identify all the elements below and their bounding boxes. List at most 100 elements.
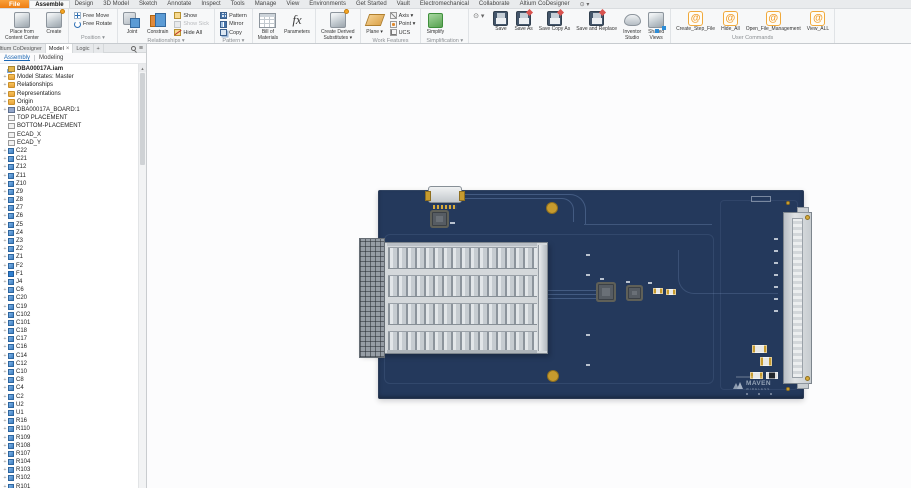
tree-item-z7[interactable]: + Z7	[0, 204, 138, 212]
tree-item-origin[interactable]: + Origin	[0, 98, 138, 106]
ribbon-button-hide-all[interactable]: Hide_All	[719, 10, 742, 34]
qfn-ic[interactable]	[432, 212, 447, 226]
tree-item-r101[interactable]: + R101	[0, 483, 138, 488]
tree-item-f1[interactable]: + F1	[0, 270, 138, 278]
ribbon-button-pattern[interactable]: Pattern	[218, 12, 249, 20]
tree-item-r108[interactable]: + R108	[0, 442, 138, 450]
tree-item-r107[interactable]: + R107	[0, 450, 138, 458]
tree-item-z3[interactable]: + Z3	[0, 237, 138, 245]
tree-item-z2[interactable]: + Z2	[0, 245, 138, 253]
ribbon-button-simplify[interactable]: Simplify	[424, 10, 446, 37]
tree-item-c101[interactable]: + C101	[0, 319, 138, 327]
tree-item-j4[interactable]: + J4	[0, 278, 138, 286]
tree-item-c102[interactable]: + C102	[0, 311, 138, 319]
ribbon-button-save-as[interactable]: Save As	[512, 9, 534, 34]
menu-icon[interactable]: ≡	[139, 45, 143, 52]
tree-item-c2[interactable]: + C2	[0, 393, 138, 401]
ribbon-button-free-rotate[interactable]: Free Rotate	[72, 20, 114, 29]
tree-item-c8[interactable]: + C8	[0, 376, 138, 384]
ribbon-button-axis[interactable]: Axis ▾	[388, 12, 418, 20]
tree-item-top-placement[interactable]: TOP PLACEMENT	[0, 114, 138, 122]
viewport-3d[interactable]: MAVEN WIRELESS	[147, 44, 911, 488]
ribbon-button-bill-of-materials[interactable]: Bill of Materials	[256, 10, 280, 42]
tree-item-c6[interactable]: + C6	[0, 286, 138, 294]
assembly-link[interactable]: Assembly	[4, 55, 30, 61]
ribbon-tab-collaborate[interactable]: Collaborate	[474, 0, 515, 8]
scrollbar-thumb[interactable]	[140, 73, 145, 165]
tree-item-relationships[interactable]: + Relationships	[0, 81, 138, 89]
tree-item-r110[interactable]: + R110	[0, 425, 138, 433]
tree-item-z6[interactable]: + Z6	[0, 212, 138, 220]
scroll-up-icon[interactable]: ▲	[139, 64, 146, 72]
ribbon-tab-annotate[interactable]: Annotate	[162, 0, 196, 8]
tree-item-z9[interactable]: + Z9	[0, 188, 138, 196]
tree-item-c10[interactable]: + C10	[0, 368, 138, 376]
ribbon-button-parameters[interactable]: Parameters	[282, 10, 312, 37]
ribbon-button-place-from-content-center[interactable]: Place from Content Center	[3, 10, 41, 42]
tree-item-z10[interactable]: + Z10	[0, 180, 138, 188]
tree-item-c14[interactable]: + C14	[0, 352, 138, 360]
pcb-model[interactable]: MAVEN WIRELESS	[359, 186, 812, 399]
tree-item-c16[interactable]: + C16	[0, 343, 138, 351]
tree-item-u1[interactable]: + U1	[0, 409, 138, 417]
search-icon[interactable]	[130, 45, 136, 51]
ribbon-tab-altium-codesigner[interactable]: Altium CoDesigner	[515, 0, 575, 8]
tree-item-dba00017a-board-1[interactable]: + DBA00017A_BOARD:1	[0, 106, 138, 114]
tree-item-representations[interactable]: + Representations	[0, 90, 138, 98]
tree-scrollbar[interactable]: ▲	[138, 64, 146, 488]
tree-item-z8[interactable]: + Z8	[0, 196, 138, 204]
tree-item-z11[interactable]: + Z11	[0, 171, 138, 179]
tree-item-z5[interactable]: + Z5	[0, 221, 138, 229]
browser-tab-logic[interactable]: Logic	[73, 44, 94, 53]
ribbon-button-open-file-management[interactable]: Open_File_Management	[744, 10, 803, 34]
ribbon-button-mirror[interactable]: Mirror	[218, 20, 249, 29]
ribbon-button-copy[interactable]: Copy	[218, 29, 249, 37]
tree-item-u2[interactable]: + U2	[0, 401, 138, 409]
ribbon-button-shared-views[interactable]: Shared Views	[645, 10, 667, 42]
ribbon-button-free-move[interactable]: Free Move	[72, 12, 114, 20]
tree-item-c21[interactable]: + C21	[0, 155, 138, 163]
ribbon-tab-inspect[interactable]: Inspect	[196, 0, 225, 8]
browser-tab-model[interactable]: Model ×	[45, 44, 74, 53]
tree-item-dba00017a-iam[interactable]: DBA00017A.iam	[0, 65, 138, 73]
ribbon-button-save-copy-as[interactable]: Save Copy As	[537, 9, 572, 34]
ribbon-tab-environments[interactable]: Environments	[304, 0, 351, 8]
tree-item-c19[interactable]: + C19	[0, 302, 138, 310]
tree-item-c18[interactable]: + C18	[0, 327, 138, 335]
ribbon-button-create-step-file[interactable]: Create_Step_File	[674, 10, 717, 34]
tree-item-f2[interactable]: + F2	[0, 262, 138, 270]
browser-tab-x[interactable]: +	[94, 44, 104, 53]
file-menu-button[interactable]: File	[0, 0, 30, 8]
ribbon-button-view-all[interactable]: View_ALL	[805, 10, 831, 34]
tree-item-r16[interactable]: + R16	[0, 417, 138, 425]
qfn-ic[interactable]	[598, 284, 614, 300]
ribbon-tab-overflow[interactable]: ⊙ ▾	[575, 0, 595, 8]
tree-item-z12[interactable]: + Z12	[0, 163, 138, 171]
ribbon-button-save-and-replace[interactable]: Save and Replace	[574, 9, 619, 34]
ribbon-button-create[interactable]: Create	[43, 9, 65, 37]
close-icon[interactable]: ×	[66, 46, 70, 52]
tree-item-bottom-placement[interactable]: BOTTOM-PLACEMENT	[0, 122, 138, 130]
tree-item-c12[interactable]: + C12	[0, 360, 138, 368]
tree-item-c17[interactable]: + C17	[0, 335, 138, 343]
tree-item-z1[interactable]: + Z1	[0, 253, 138, 261]
ribbon-tab-view[interactable]: View	[281, 0, 304, 8]
ribbon-tab-sketch[interactable]: Sketch	[134, 0, 162, 8]
sfp-cage-connector[interactable]	[359, 238, 548, 358]
ribbon-tab-electromechanical[interactable]: Electromechanical	[415, 0, 474, 8]
tree-item-ecad-x[interactable]: ECAD_X	[0, 131, 138, 139]
ribbon-tab-vault[interactable]: Vault	[392, 0, 415, 8]
ribbon-button-show[interactable]: Show	[172, 12, 211, 20]
ribbon-button-inventor-studio[interactable]: Inventor Studio	[621, 10, 643, 42]
tree-item-c22[interactable]: + C22	[0, 147, 138, 155]
qfn-ic[interactable]	[628, 287, 641, 299]
ribbon-button-point[interactable]: Point ▾	[388, 20, 418, 29]
tree-item-model-states-master[interactable]: + Model States: Master	[0, 73, 138, 81]
tree-item-r104[interactable]: + R104	[0, 458, 138, 466]
ribbon-tab-get-started[interactable]: Get Started	[351, 0, 392, 8]
board-to-board-connector[interactable]	[783, 207, 812, 389]
tree-item-r109[interactable]: + R109	[0, 433, 138, 441]
ribbon-tab-3d-model[interactable]: 3D Model	[98, 0, 134, 8]
tree-item-r103[interactable]: + R103	[0, 466, 138, 474]
ribbon-button-plane[interactable]: Plane ▾	[364, 10, 386, 37]
